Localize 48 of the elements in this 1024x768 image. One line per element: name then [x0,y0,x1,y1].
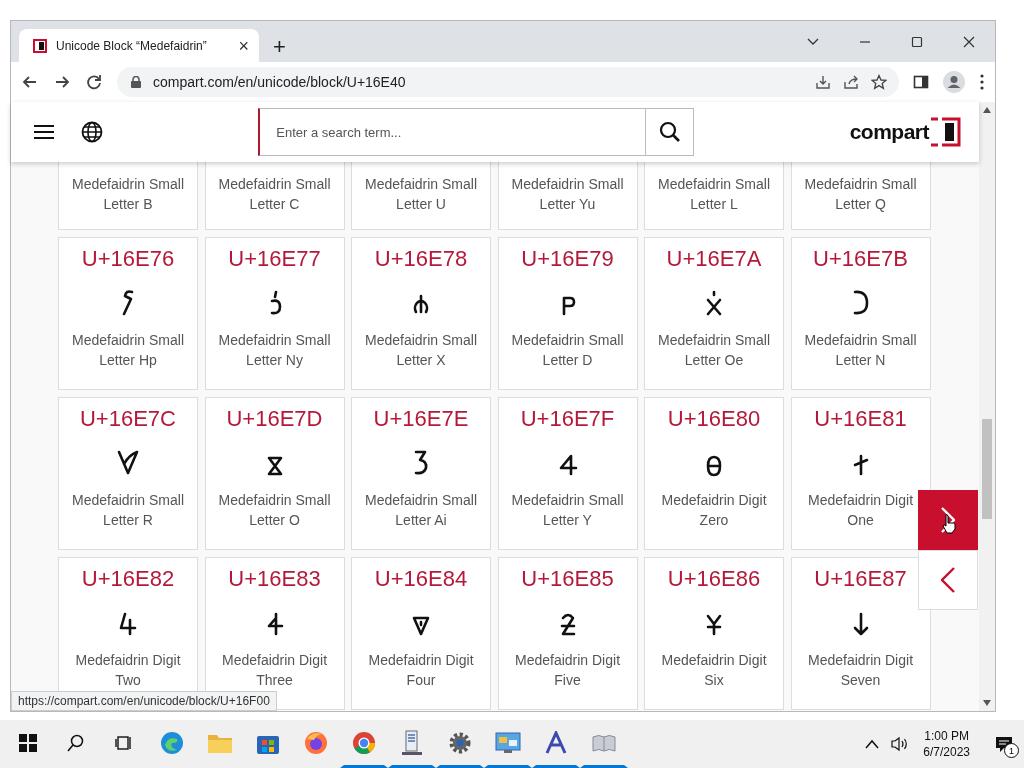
clock-time: 1:00 PM [924,729,969,743]
code-point: U+16E84 [374,566,468,593]
status-url-tooltip: https://compart.com/en/unicode/block/U+16F00 [11,691,277,711]
code-point: U+16E7C [80,406,176,433]
code-point: U+16E87 [814,566,907,593]
code-point: U+16E76 [81,246,175,273]
character-name: Medefaidrin Small Letter U [363,175,479,214]
character-name: Medefaidrin Small Letter B [70,175,186,214]
character-name: Medefaidrin Small Letter L [656,175,772,214]
character-name: Medefaidrin Digit Four [367,651,475,690]
character-name: Medefaidrin Small Letter Hp [70,331,186,370]
code-point: U+16E7D [226,406,323,433]
notification-count: 1 [1004,743,1019,758]
code-point: U+16E7E [373,406,469,433]
code-point: U+16E83 [228,566,321,593]
tab-title: Unicode Block “Medefaidrin” [56,38,208,53]
clock-date: 6/7/2023 [923,745,970,759]
character-name: Medefaidrin Small Letter Oe [656,331,772,370]
character-name: Medefaidrin Small Letter R [70,491,186,530]
code-point: U+16E7B [813,246,908,273]
character-name: Medefaidrin Small Letter Ai [363,491,479,530]
character-name: Medefaidrin Digit Zero [660,491,768,530]
character-name: Medefaidrin Digit Six [660,651,768,690]
code-point: U+16E77 [228,246,321,273]
code-point: U+16E81 [814,406,907,433]
code-point: U+16E82 [81,566,175,593]
character-name: Medefaidrin Small Letter O [217,491,332,530]
character-name: Medefaidrin Small Letter Yu [510,175,625,214]
character-name: Medefaidrin Digit One [806,491,915,530]
character-name: Medefaidrin Digit Five [513,651,622,690]
character-name: Medefaidrin Small Letter D [510,331,625,370]
url-text: compart.com/en/unicode/block/U+16E40 [153,74,406,90]
character-name: Medefaidrin Small Letter Ny [217,331,332,370]
code-point: U+16E80 [667,406,761,433]
code-point: U+16E7F [520,406,615,433]
character-name: Medefaidrin Digit Two [74,651,182,690]
code-point: U+16E86 [667,566,761,593]
character-name: Medefaidrin Small Letter Q [803,175,918,214]
character-name: Medefaidrin Digit Three [220,651,329,690]
code-point: U+16E78 [374,246,468,273]
character-name: Medefaidrin Small Letter N [803,331,918,370]
character-name: Medefaidrin Digit Seven [806,651,915,690]
character-name: Medefaidrin Small Letter Y [510,491,625,530]
code-point: U+16E79 [521,246,614,273]
character-name: Medefaidrin Small Letter X [363,331,479,370]
code-point: U+16E85 [521,566,614,593]
code-point: U+16E7A [666,246,762,273]
character-name: Medefaidrin Small Letter C [217,175,332,214]
